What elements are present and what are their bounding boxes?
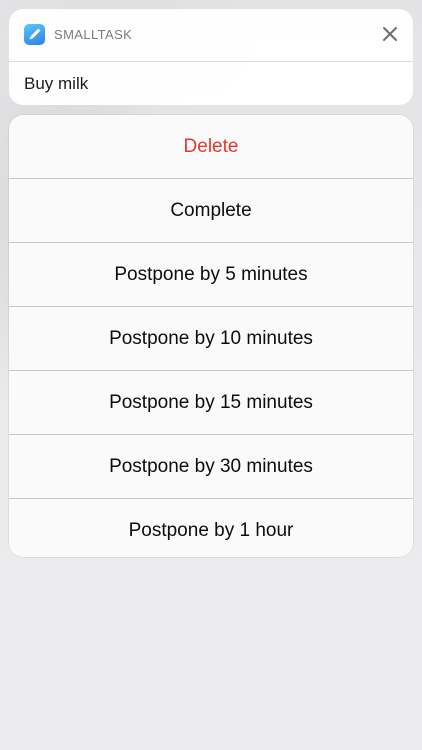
app-name: SMALLTASK bbox=[54, 27, 133, 42]
postpone-10-minutes-button[interactable]: Postpone by 10 minutes bbox=[9, 307, 413, 371]
action-sheet: Delete Complete Postpone by 5 minutes Po… bbox=[9, 115, 413, 557]
complete-button[interactable]: Complete bbox=[9, 179, 413, 243]
postpone-15-minutes-button[interactable]: Postpone by 15 minutes bbox=[9, 371, 413, 435]
pencil-app-icon bbox=[24, 24, 45, 45]
postpone-30-minutes-button[interactable]: Postpone by 30 minutes bbox=[9, 435, 413, 499]
notification-card[interactable]: SMALLTASK Buy milk bbox=[9, 9, 413, 105]
postpone-5-minutes-button[interactable]: Postpone by 5 minutes bbox=[9, 243, 413, 307]
notification-header: SMALLTASK bbox=[9, 9, 413, 62]
notification-body: Buy milk bbox=[24, 74, 89, 93]
close-icon[interactable] bbox=[381, 25, 399, 43]
postpone-1-hour-button[interactable]: Postpone by 1 hour bbox=[9, 499, 413, 557]
delete-button[interactable]: Delete bbox=[9, 115, 413, 179]
